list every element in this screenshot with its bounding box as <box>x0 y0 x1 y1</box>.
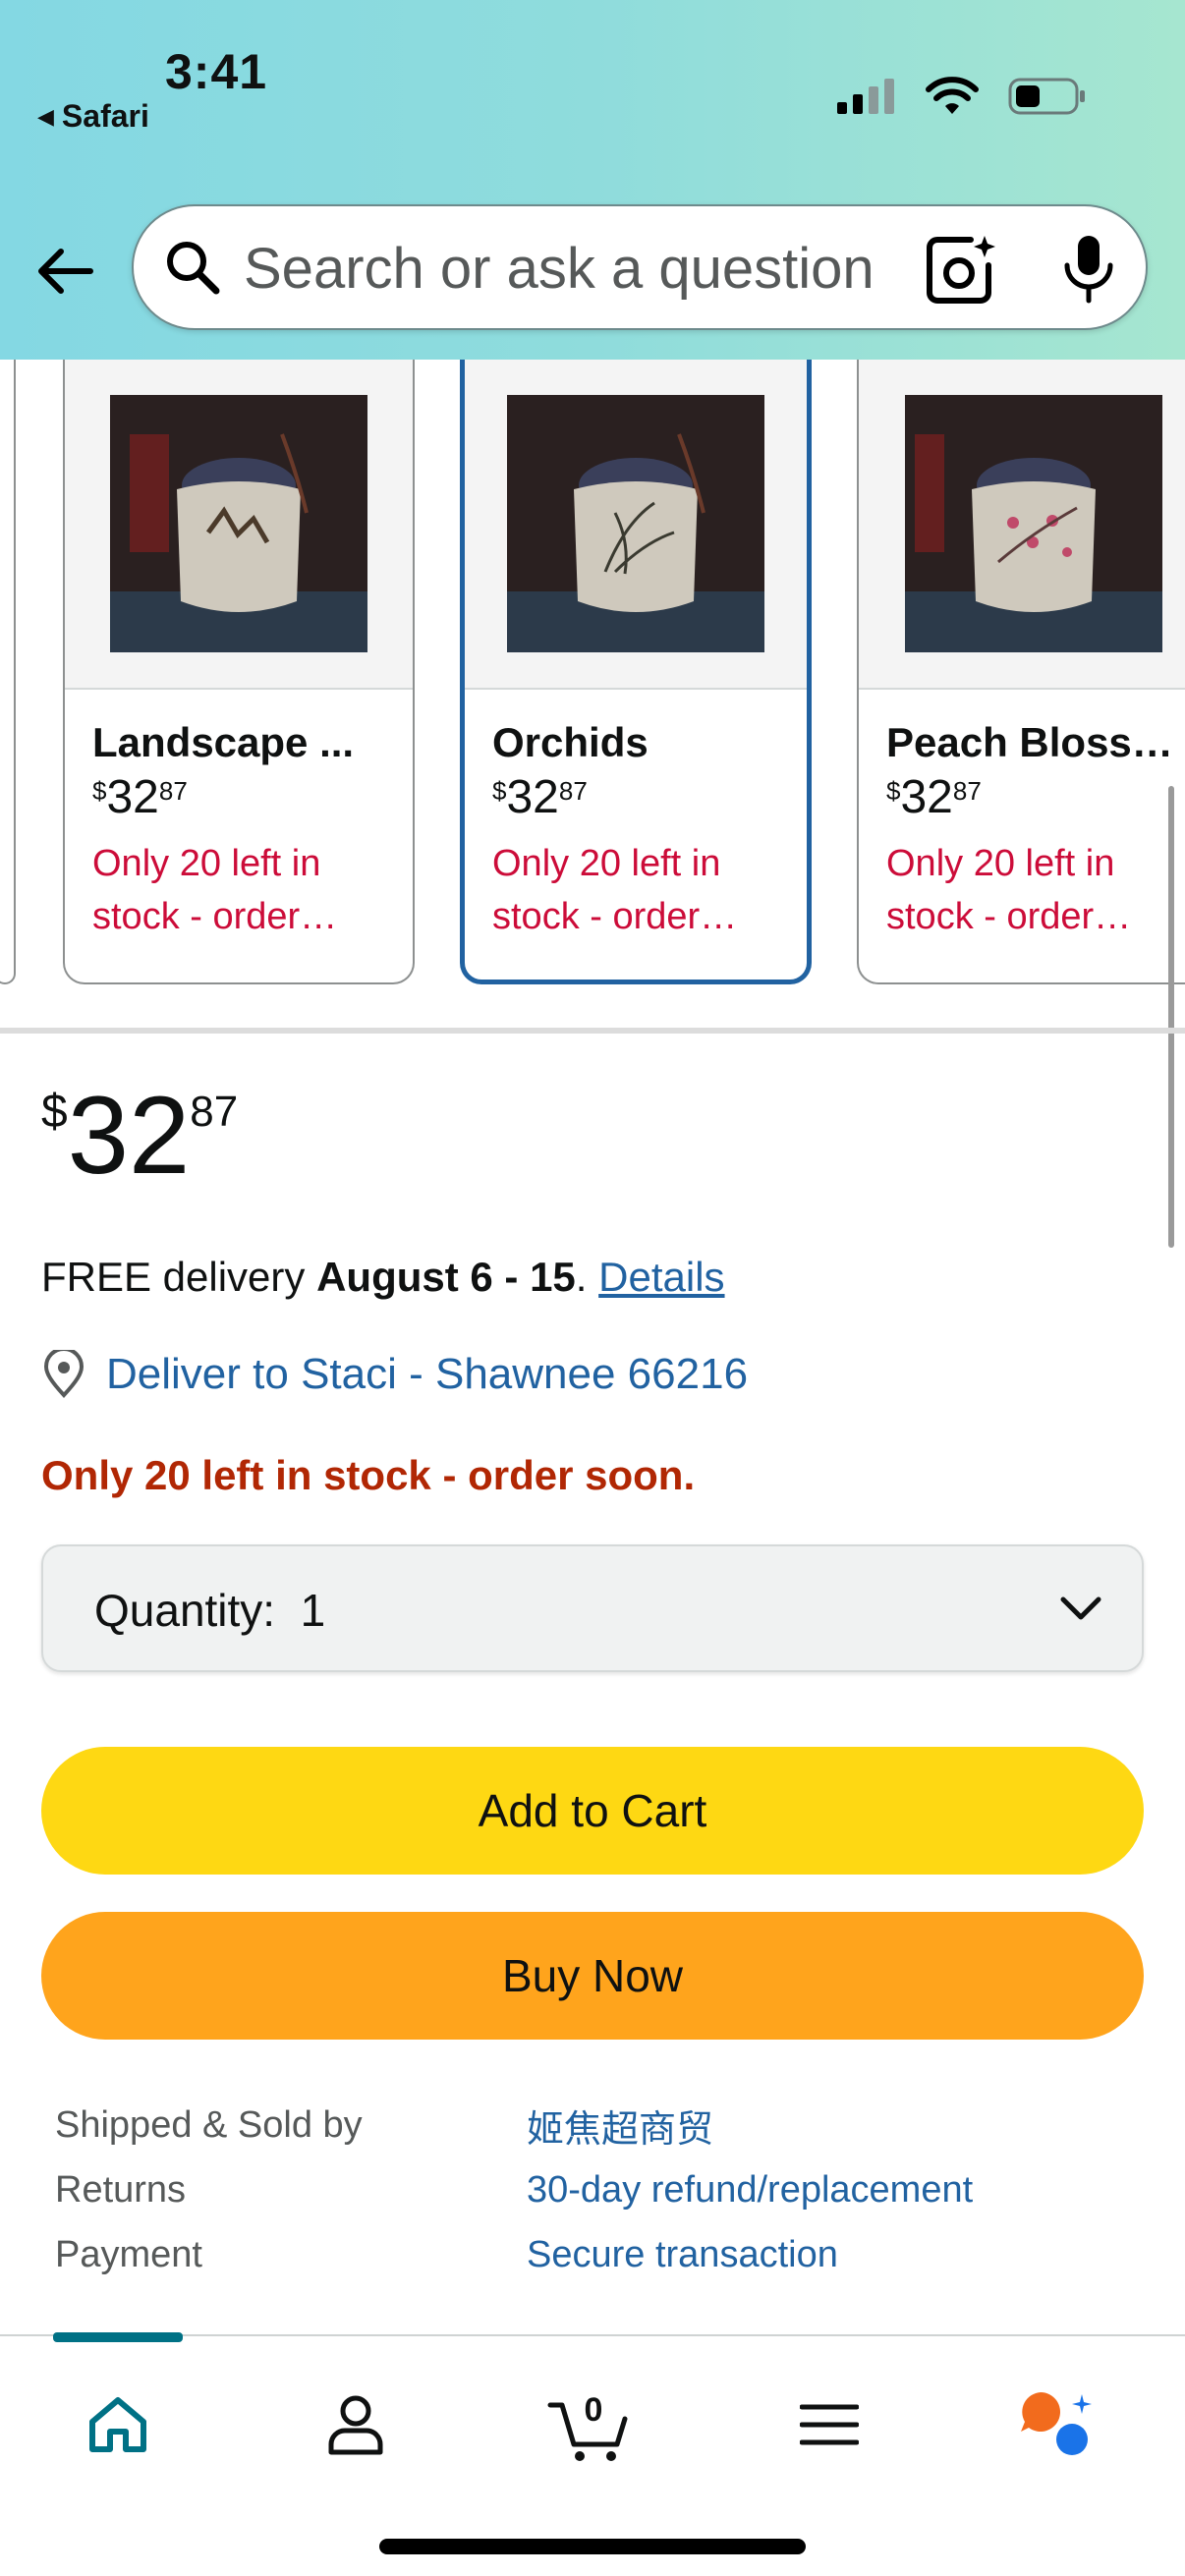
variant-price: $3287 <box>492 771 588 823</box>
menu-icon <box>800 2404 859 2445</box>
location-pin-icon <box>43 1350 85 1398</box>
variant-thumbnail <box>859 360 1185 690</box>
section-divider <box>0 1028 1185 1034</box>
variant-name: Landscape ... <box>92 719 355 765</box>
variant-name: Peach Bloss… <box>886 719 1173 765</box>
nav-rufus[interactable] <box>1014 2376 1102 2474</box>
variant-price: $3287 <box>92 771 188 823</box>
home-icon <box>89 2397 146 2452</box>
battery-icon <box>1008 78 1085 115</box>
payment-link[interactable]: Secure transaction <box>527 2234 838 2276</box>
nav-cart[interactable]: 0 <box>542 2376 637 2474</box>
variant-card-partial[interactable] <box>0 360 16 984</box>
info-row-seller: Shipped & Sold by 姬焦超商贸 <box>55 2093 973 2157</box>
nav-home[interactable] <box>79 2376 157 2474</box>
rufus-chat-icon <box>1021 2392 1092 2455</box>
variant-card-landscape[interactable]: Landscape ... $3287 Only 20 left in stoc… <box>63 360 415 984</box>
home-indicator[interactable] <box>379 2539 806 2554</box>
seller-info: Shipped & Sold by 姬焦超商贸 Returns 30-day r… <box>55 2093 973 2287</box>
cart-count: 0 <box>585 2391 603 2429</box>
jar-landscape-image <box>110 395 367 652</box>
microphone-icon[interactable] <box>1059 234 1118 305</box>
variant-thumbnail <box>65 360 413 690</box>
person-icon <box>328 2395 383 2455</box>
delivery-details-link[interactable]: Details <box>598 1254 724 1300</box>
info-key: Shipped & Sold by <box>55 2103 363 2146</box>
quantity-selector[interactable]: Quantity: 1 <box>41 1544 1144 1672</box>
product-price: $3287 <box>41 1074 239 1197</box>
back-triangle-icon: ◀ <box>37 103 54 129</box>
returns-link[interactable]: 30-day refund/replacement <box>527 2169 973 2212</box>
back-to-safari[interactable]: ◀ Safari <box>37 98 149 135</box>
quantity-value: 1 <box>300 1585 326 1636</box>
variant-card-peach-blossom[interactable]: Peach Bloss… $3287 Only 20 left in stock… <box>857 360 1185 984</box>
stock-message: Only 20 left in stock - order soon. <box>41 1452 696 1498</box>
signal-icon <box>837 79 894 114</box>
chevron-down-icon <box>1060 1596 1101 1620</box>
variant-stock: Only 20 left in stock - order… <box>492 843 738 937</box>
variant-thumbnail <box>465 360 807 690</box>
deliver-to-label: Deliver to Staci - Shawnee 66216 <box>106 1350 749 1398</box>
deliver-to-link[interactable]: Deliver to Staci - Shawnee 66216 <box>41 1350 748 1399</box>
variant-name: Orchids <box>492 719 649 765</box>
quantity-label: Quantity: 1 <box>94 1585 326 1636</box>
camera-lens-icon[interactable] <box>924 232 998 307</box>
nav-active-indicator <box>53 2332 183 2342</box>
jar-orchids-image <box>507 395 764 652</box>
info-key: Returns <box>55 2168 187 2211</box>
delivery-info: FREE delivery August 6 - 15. Details <box>41 1254 725 1300</box>
info-row-returns: Returns 30-day refund/replacement <box>55 2157 973 2222</box>
variant-stock: Only 20 left in stock - order… <box>92 843 338 937</box>
status-time: 3:41 <box>165 44 268 99</box>
search-icon <box>167 242 220 295</box>
back-app-label: Safari <box>61 98 149 134</box>
info-key: Payment <box>55 2233 202 2275</box>
cart-icon: 0 <box>547 2391 628 2461</box>
nav-account[interactable] <box>316 2376 395 2474</box>
header: 3:41 ◀ Safari Search or ask a question <box>0 0 1185 360</box>
nav-menu[interactable] <box>790 2376 869 2474</box>
jar-peach-blossom-image <box>905 395 1162 652</box>
info-row-payment: Payment Secure transaction <box>55 2222 973 2287</box>
variant-stock: Only 20 left in stock - order… <box>886 843 1132 937</box>
page-scrollbar[interactable] <box>1168 786 1174 1248</box>
add-to-cart-button[interactable]: Add to Cart <box>41 1747 1144 1875</box>
back-arrow-icon[interactable] <box>33 240 96 303</box>
status-icons <box>837 77 1087 116</box>
variant-card-orchids[interactable]: Orchids $3287 Only 20 left in stock - or… <box>460 360 812 984</box>
delivery-dates: August 6 - 15 <box>316 1254 576 1300</box>
variant-price: $3287 <box>886 771 982 823</box>
search-bar[interactable]: Search or ask a question <box>132 204 1148 330</box>
seller-link[interactable]: 姬焦超商贸 <box>527 2099 713 2153</box>
variant-carousel[interactable]: Landscape ... $3287 Only 20 left in stoc… <box>0 360 1185 988</box>
wifi-icon <box>926 77 979 114</box>
buy-now-button[interactable]: Buy Now <box>41 1912 1144 2040</box>
product-page: 3:41 ◀ Safari Search or ask a question L… <box>0 0 1185 2576</box>
